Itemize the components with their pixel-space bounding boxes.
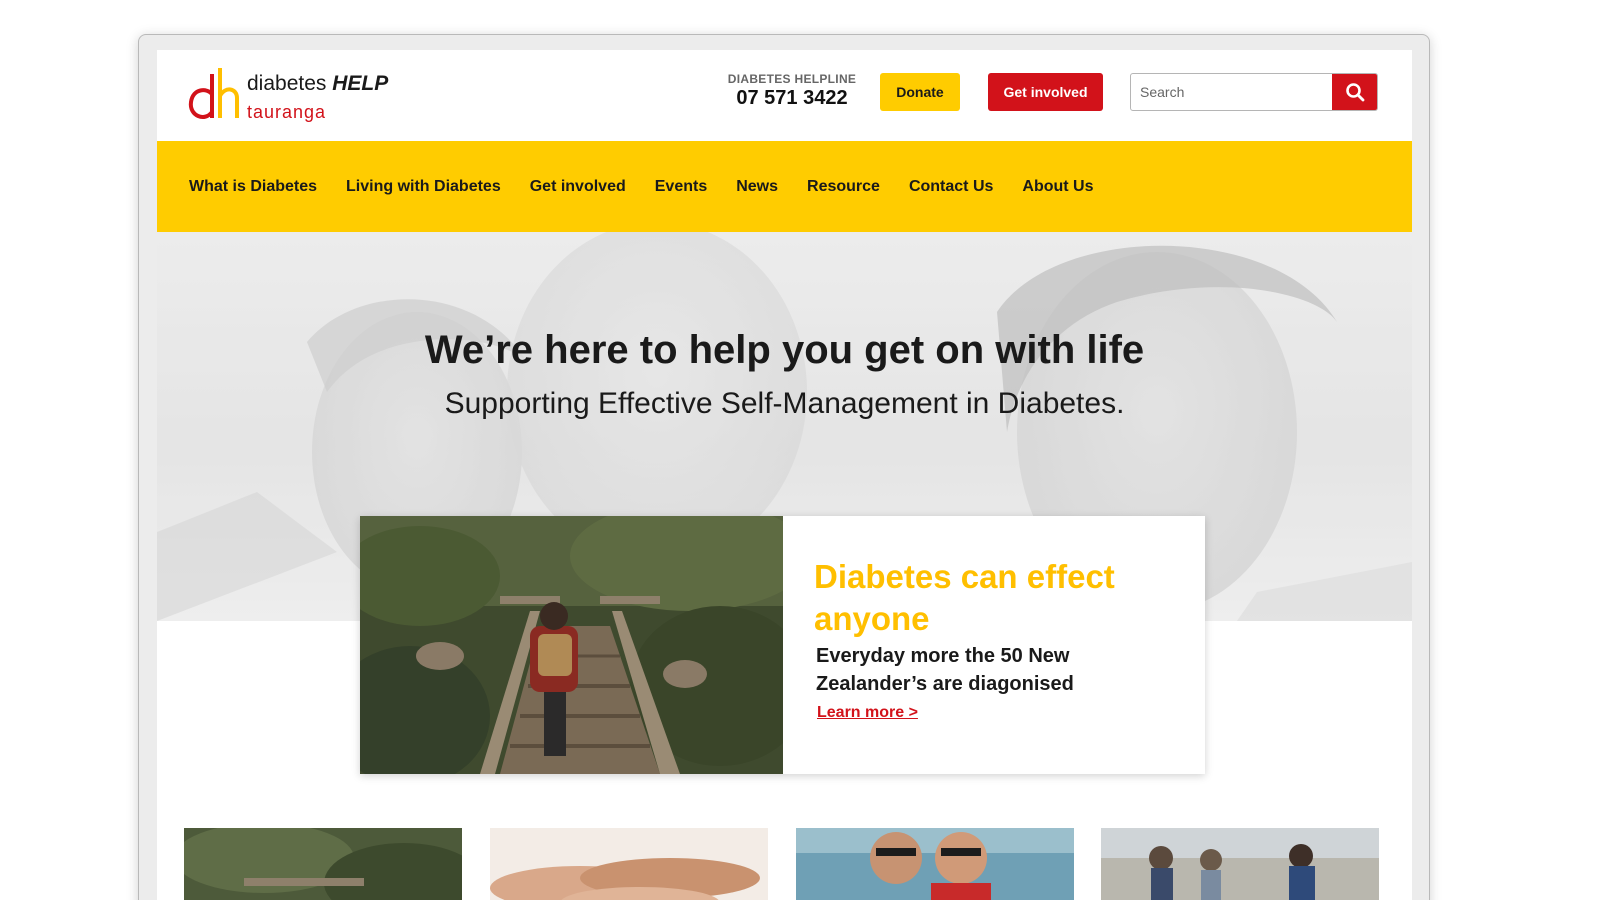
- search-input[interactable]: [1131, 74, 1333, 110]
- search-button[interactable]: [1332, 74, 1377, 110]
- feature-text: Everyday more the 50 New Zealander’s are…: [816, 645, 1074, 695]
- get-involved-button[interactable]: Get involved: [988, 73, 1103, 111]
- site-logo[interactable]: diabetes HELP tauranga: [187, 64, 427, 124]
- thumbnail-hiking-trail[interactable]: [184, 828, 462, 900]
- web-page: diabetes HELP tauranga DIABETES HELPLINE…: [157, 50, 1412, 900]
- nav-item-events[interactable]: Events: [655, 178, 707, 196]
- hiker-on-stairs-photo: [360, 516, 783, 774]
- thumbnail-smiling-couple-beach[interactable]: [796, 828, 1074, 900]
- dh-logo-mark-icon: [188, 68, 239, 119]
- search-box: [1130, 73, 1378, 111]
- logo-text-secondary: tauranga: [247, 102, 327, 122]
- helpline-number[interactable]: 07 571 3422: [727, 87, 857, 110]
- nav-item-contact-us[interactable]: Contact Us: [909, 178, 993, 196]
- nav-item-get-involved[interactable]: Get involved: [530, 178, 626, 196]
- thumbnail-group-walking[interactable]: [1101, 828, 1379, 900]
- nav-item-what-is-diabetes[interactable]: What is Diabetes: [189, 178, 317, 196]
- search-icon: [1346, 83, 1365, 102]
- donate-button[interactable]: Donate: [880, 73, 960, 111]
- nav-item-resource[interactable]: Resource: [807, 178, 880, 196]
- feature-card: Diabetes can effect anyone Everyday more…: [360, 516, 1205, 774]
- nav-item-news[interactable]: News: [736, 178, 778, 196]
- hero-subtitle: Supporting Effective Self-Management in …: [444, 387, 1125, 420]
- thumbnail-stacked-hands[interactable]: [490, 828, 768, 900]
- learn-more-link[interactable]: Learn more >: [817, 704, 918, 722]
- nav-item-about-us[interactable]: About Us: [1022, 178, 1093, 196]
- feature-heading: Diabetes can effect anyone: [814, 558, 1115, 637]
- helpline: DIABETES HELPLINE 07 571 3422: [727, 72, 857, 110]
- site-header: diabetes HELP tauranga DIABETES HELPLINE…: [157, 50, 1412, 141]
- hero-title: We’re here to help you get on with life: [424, 328, 1145, 372]
- nav-item-living-with-diabetes[interactable]: Living with Diabetes: [346, 178, 501, 196]
- helpline-label: DIABETES HELPLINE: [727, 72, 857, 86]
- logo-text-primary: diabetes HELP: [247, 72, 389, 95]
- main-navigation: What is Diabetes Living with Diabetes Ge…: [157, 141, 1412, 232]
